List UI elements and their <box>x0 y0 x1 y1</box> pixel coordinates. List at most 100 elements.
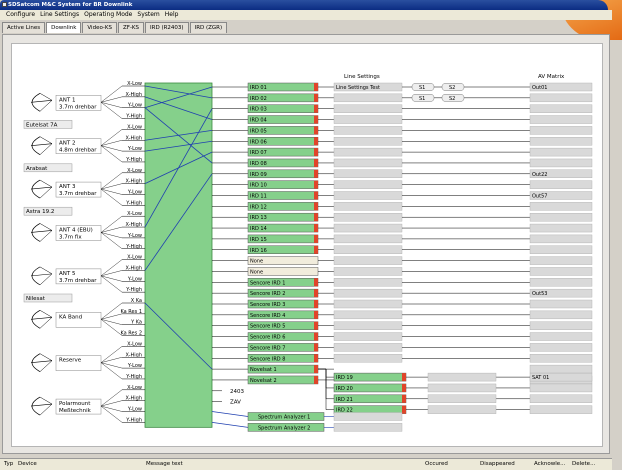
line-settings-header: Line Settings <box>344 74 380 80</box>
line-setting-slot[interactable] <box>333 278 403 287</box>
tab-video-ks[interactable]: Video-KS <box>82 22 118 33</box>
port-label: Y-Low <box>127 146 142 152</box>
av-matrix-slot[interactable] <box>529 104 593 113</box>
av-matrix-slot[interactable] <box>529 126 593 135</box>
line-setting-slot[interactable] <box>333 267 403 276</box>
line-setting-slot[interactable] <box>333 104 403 113</box>
column-header-acknowle[interactable]: Acknowle... <box>534 461 565 467</box>
av-matrix-slot[interactable] <box>529 115 593 124</box>
column-header-messagetext[interactable]: Message text <box>146 461 183 467</box>
menu-item-operating-mode[interactable]: Operating Mode <box>84 10 132 20</box>
line-setting-slot[interactable] <box>333 332 403 341</box>
av-matrix-slot[interactable] <box>529 278 593 287</box>
line-setting-slot[interactable] <box>333 256 403 265</box>
av-matrix-slot[interactable] <box>529 158 593 168</box>
tab-zf-ks[interactable]: ZF-KS <box>118 22 145 33</box>
line-setting-slot[interactable] <box>333 299 403 309</box>
av-matrix-slot[interactable] <box>529 321 593 330</box>
status-indicator <box>314 300 318 308</box>
av-matrix-slot[interactable] <box>529 332 593 341</box>
line-setting-slot[interactable] <box>427 383 497 393</box>
av-matrix-slot[interactable] <box>529 267 593 276</box>
line-setting-slot[interactable] <box>333 212 403 222</box>
line-setting-slot[interactable] <box>333 169 403 179</box>
spectrum-analyzer-label: Spectrum Analyzer 2 <box>258 425 310 431</box>
column-header-occured[interactable]: Occured <box>425 461 448 467</box>
menu-item-help[interactable]: Help <box>165 10 179 20</box>
av-matrix-slot[interactable] <box>529 383 593 393</box>
antenna-subtitle: 3.7m drehbar <box>59 278 97 284</box>
line-setting-slot[interactable] <box>333 115 403 124</box>
line-setting-slot[interactable] <box>333 93 403 103</box>
line-setting-slot[interactable] <box>333 343 403 352</box>
line-setting-slot[interactable] <box>333 223 403 233</box>
column-header-device[interactable]: Device <box>18 461 37 467</box>
av-matrix-slot[interactable] <box>529 299 593 309</box>
line-setting-name: Line Settings Test <box>336 85 380 91</box>
tab-downlink[interactable]: Downlink <box>46 22 82 33</box>
av-matrix-slot[interactable] <box>529 343 593 352</box>
port-label: Y-Low <box>127 190 142 196</box>
line-setting-slot[interactable] <box>427 405 497 414</box>
output-label: IRD 06 <box>250 139 267 145</box>
port-label: X-High <box>126 222 142 228</box>
column-header-delete[interactable]: Delete... <box>572 461 595 467</box>
line-setting-slot[interactable] <box>333 321 403 330</box>
status-indicator <box>402 405 406 414</box>
line-setting-slot[interactable] <box>427 394 497 403</box>
av-matrix-slot[interactable] <box>529 394 593 403</box>
line-setting-slot[interactable] <box>333 158 403 168</box>
av-matrix-slot[interactable] <box>529 364 593 374</box>
av-matrix-slot[interactable] <box>529 310 593 320</box>
line-setting-slot[interactable] <box>333 147 403 157</box>
menu-item-line-settings[interactable]: Line Settings <box>40 10 79 20</box>
line-setting-slot[interactable] <box>333 245 403 254</box>
av-matrix-slot[interactable] <box>529 137 593 146</box>
output-label: Sencore IRD 4 <box>250 313 285 319</box>
line-setting-slot[interactable] <box>333 234 403 244</box>
line-setting-slot[interactable] <box>333 412 403 421</box>
av-matrix-slot[interactable] <box>529 234 593 244</box>
av-matrix-slot[interactable] <box>529 93 593 103</box>
av-matrix-slot[interactable] <box>529 245 593 254</box>
line-setting-slot[interactable] <box>333 202 403 211</box>
antenna-subtitle: 4.8m drehbar <box>59 148 97 154</box>
av-matrix-slot[interactable] <box>529 212 593 222</box>
column-header-typ[interactable]: Typ <box>4 461 13 467</box>
line-setting-slot[interactable] <box>333 126 403 135</box>
av-matrix-header: AV Matrix <box>538 74 565 80</box>
line-setting-slot[interactable] <box>333 310 403 320</box>
menu-item-configure[interactable]: Configure <box>6 10 35 20</box>
menu-item-system[interactable]: System <box>137 10 159 20</box>
av-matrix-slot[interactable] <box>529 202 593 211</box>
column-header-disappeared[interactable]: Disappeared <box>480 461 515 467</box>
av-matrix-slot[interactable] <box>529 354 593 363</box>
port-label: Y-High <box>125 417 142 423</box>
av-matrix-slot[interactable] <box>529 180 593 189</box>
av-matrix-slot[interactable] <box>529 256 593 265</box>
menu-bar: Configure Line Settings Operating Mode Syst… <box>0 10 612 20</box>
port-label: X-Low <box>127 255 142 261</box>
port-label: Y-Low <box>127 276 142 282</box>
av-matrix-output: SAT 01 <box>532 375 549 381</box>
line-setting-slot[interactable] <box>333 191 403 200</box>
line-setting-slot[interactable] <box>427 372 497 382</box>
line-setting-slot[interactable] <box>333 354 403 363</box>
satellite-group-label: Arabsat <box>26 166 48 172</box>
tab-ird-r2403-[interactable]: IRD (R2403) <box>145 22 189 33</box>
tab-active-lines[interactable]: Active Lines <box>2 22 46 33</box>
switch-label: S1 <box>419 85 425 91</box>
line-setting-slot[interactable] <box>333 423 403 432</box>
window-title: SDSatcom M&C System for BR Downlink <box>8 2 133 8</box>
av-matrix-slot[interactable] <box>529 147 593 157</box>
status-indicator <box>314 83 318 91</box>
line-setting-slot[interactable] <box>333 137 403 146</box>
line-setting-slot[interactable] <box>333 288 403 298</box>
line-setting-slot[interactable] <box>333 180 403 189</box>
av-matrix-slot[interactable] <box>529 405 593 414</box>
output-label: Sencore IRD 6 <box>250 335 285 341</box>
port-label: Y-Low <box>127 233 142 239</box>
tab-ird-zgr-[interactable]: IRD (ZGR) <box>189 22 228 33</box>
app-window: SDSatcom M&C System for BR Downlink Conf… <box>0 0 622 470</box>
av-matrix-slot[interactable] <box>529 223 593 233</box>
